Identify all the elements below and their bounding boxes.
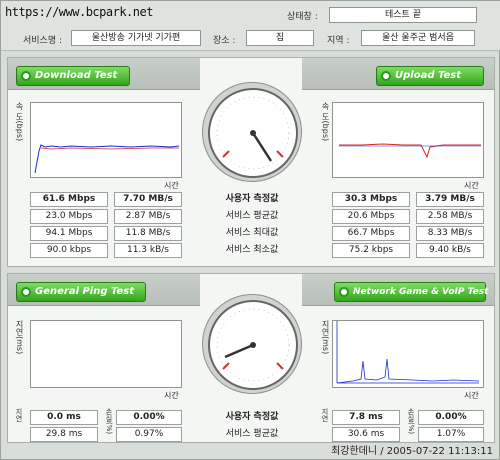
ping-user-latency: 0.0 ms: [30, 410, 98, 425]
dot-icon: [21, 71, 31, 81]
game-x-axis-label: 시간: [464, 391, 479, 400]
upload-user-mbs: 3.79 MB/s: [416, 192, 484, 207]
service-avg-label: 서비스 평균값: [225, 211, 279, 221]
game-loss-label: 손실(%): [407, 408, 415, 435]
download-avg-line: [40, 147, 179, 150]
ping-test-label: General Ping Test: [35, 286, 135, 297]
download-avg-mbs: 2.87 MB/s: [114, 209, 182, 224]
speedometer-icon: [208, 88, 298, 178]
game-avg-loss: 1.07%: [418, 427, 484, 442]
ping-latency-label: 지연: [15, 408, 23, 422]
upload-avg-mbs: 2.58 MB/s: [416, 209, 484, 224]
ping-meter-icon: [208, 300, 298, 390]
upload-y-axis-label: 속 도(bps): [321, 102, 330, 142]
footer-timestamp: 최강한데니 / 2005-07-22 11:13:11: [331, 446, 493, 457]
ping-y-axis-label: 지연(ms): [15, 320, 24, 355]
ping-user-measured-label: 사용자 측정값: [225, 412, 279, 422]
region-label: 지역 :: [327, 36, 350, 46]
game-latency-line: [336, 358, 480, 384]
download-user-mbps: 61.6 Mbps: [30, 192, 108, 207]
service-name-value: 울산방송 기가넷 기가편: [71, 30, 201, 46]
download-min-kbps: 90.0 kbps: [30, 243, 108, 258]
download-max-mbs: 11.8 MB/s: [114, 226, 182, 241]
download-test-label: Download Test: [35, 70, 118, 81]
download-test-button[interactable]: Download Test: [16, 66, 130, 86]
user-measured-label: 사용자 측정값: [225, 194, 279, 204]
status-label: 상태창 :: [287, 12, 318, 22]
game-voip-test-label: Network Game & VoIP Test: [353, 287, 489, 297]
upload-min-kbps: 75.2 kbps: [332, 243, 410, 258]
region-value: 울산 울주군 범서읍: [361, 30, 475, 46]
service-max-label: 서비스 최대값: [225, 228, 279, 238]
upload-user-mbps: 30.3 Mbps: [332, 192, 410, 207]
upload-max-mbps: 66.7 Mbps: [332, 226, 410, 241]
game-y-axis-label: 지연(ms): [321, 320, 330, 355]
download-x-axis-label: 시간: [164, 181, 179, 190]
ping-user-loss: 0.00%: [116, 410, 182, 425]
speed-gauge: [202, 82, 302, 182]
status-value: 테스트 끝: [329, 7, 477, 23]
ping-test-button[interactable]: General Ping Test: [16, 282, 146, 302]
ping-gauge: [202, 294, 302, 394]
speed-panel: Download Test Upload Test 속 도(bps) 시간 속 …: [7, 57, 495, 267]
download-max-mbps: 94.1 Mbps: [30, 226, 108, 241]
place-label: 장소 :: [213, 36, 236, 46]
ping-panel: General Ping Test Network Game & VoIP Te…: [7, 273, 495, 443]
game-avg-latency: 30.6 ms: [332, 427, 400, 442]
ping-avg-latency: 29.8 ms: [30, 427, 98, 442]
upload-max-mbs: 8.33 MB/s: [416, 226, 484, 241]
game-latency-label: 지연: [321, 408, 329, 422]
game-voip-test-button[interactable]: Network Game & VoIP Test: [334, 282, 489, 302]
upload-avg-mbps: 20.6 Mbps: [332, 209, 410, 224]
download-graph: [30, 102, 182, 178]
ping-x-axis-label: 시간: [164, 391, 179, 400]
game-graph: [332, 320, 484, 388]
header: https://www.bcpark.net 상태창 : 테스트 끝 서비스명 …: [1, 1, 500, 51]
upload-graph-svg: [339, 143, 481, 159]
download-graph-svg: [34, 144, 180, 174]
ping-avg-loss: 0.97%: [116, 427, 182, 442]
upload-test-button[interactable]: Upload Test: [376, 66, 484, 86]
download-user-mbs: 7.70 MB/s: [114, 192, 182, 207]
speedtest-app: https://www.bcpark.net 상태창 : 테스트 끝 서비스명 …: [0, 0, 500, 460]
upload-test-label: Upload Test: [395, 70, 462, 81]
dot-icon: [339, 287, 349, 297]
ping-loss-label: 손실(%): [105, 408, 113, 435]
service-min-label: 서비스 최소값: [225, 245, 279, 255]
dot-icon: [21, 287, 31, 297]
upload-graph: [332, 102, 484, 178]
place-value: 집: [246, 30, 314, 46]
dot-icon: [381, 71, 391, 81]
download-min-kbs: 11.3 kB/s: [114, 243, 182, 258]
site-url: https://www.bcpark.net: [5, 5, 153, 19]
ping-graph: [30, 320, 182, 388]
download-y-axis-label: 속 도(bps): [15, 102, 24, 142]
service-name-label: 서비스명 :: [23, 36, 63, 46]
game-user-latency: 7.8 ms: [332, 410, 400, 425]
download-avg-mbps: 23.0 Mbps: [30, 209, 108, 224]
ping-service-avg-label: 서비스 평균값: [225, 429, 279, 439]
game-graph-svg: [336, 321, 480, 384]
upload-min-kbs: 9.40 kB/s: [416, 243, 484, 258]
game-user-loss: 0.00%: [418, 410, 484, 425]
upload-x-axis-label: 시간: [464, 181, 479, 190]
